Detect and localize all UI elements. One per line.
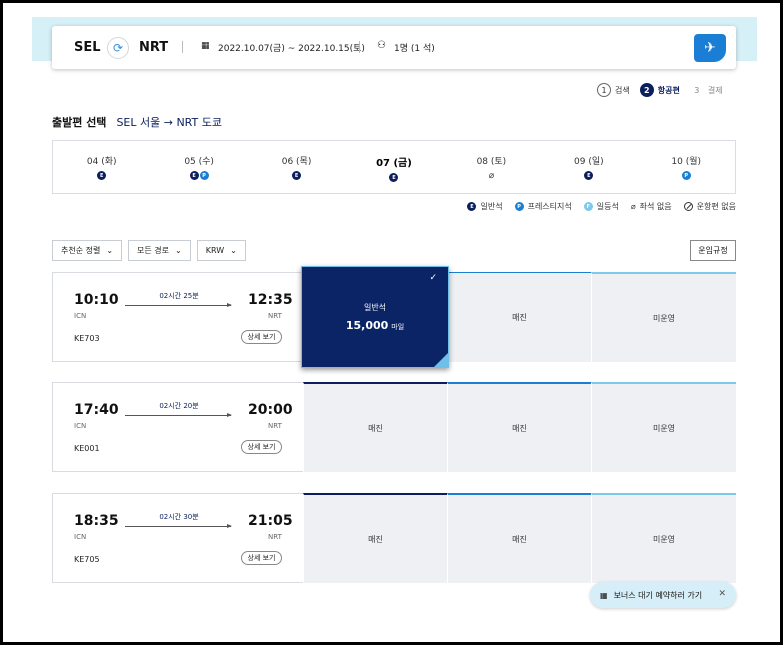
date-item[interactable]: 06 (목) E — [248, 141, 345, 193]
destination-code: NRT — [139, 40, 169, 55]
no-seat-icon: ⌀ — [488, 171, 495, 181]
economy-badge: E — [584, 171, 594, 180]
progress-steps: 1 검색 2 항공편 3 결제 — [597, 83, 733, 97]
date-item[interactable]: 10 (월) P — [638, 141, 735, 193]
date-item-selected[interactable]: 07 (금) E — [345, 141, 442, 193]
calendar-icon: ▦ — [600, 590, 608, 600]
prestige-badge: P — [681, 171, 691, 180]
flight-duration: 02시간 30분 — [159, 513, 199, 521]
divider — [182, 41, 183, 53]
economy-badge: E — [189, 171, 199, 180]
origin-code: SEL — [74, 40, 101, 55]
calendar-icon: ▦ — [201, 41, 210, 51]
flight-number: KE705 — [74, 555, 100, 564]
first-cell: 미운영 — [591, 382, 736, 472]
route-line — [125, 524, 232, 528]
passenger-count: 1명 (1 석) — [394, 44, 435, 54]
chevron-down-icon: ⌄ — [106, 246, 114, 255]
detail-button[interactable]: 상세 보기 — [241, 440, 282, 454]
arrival-airport: NRT — [268, 312, 282, 320]
economy-badge: E — [292, 171, 302, 180]
prestige-badge: P — [199, 171, 209, 180]
first-badge: F — [583, 202, 593, 211]
flight-info: 18:35 ICN 02시간 30분 21:05 NRT KE705 상세 보기 — [52, 493, 303, 583]
departure-time: 10:10 — [74, 292, 119, 308]
detail-button[interactable]: 상세 보기 — [241, 330, 282, 344]
arrival-time: 21:05 — [248, 513, 293, 529]
economy-cell: 매진 — [303, 493, 447, 583]
first-cell: 미운영 — [591, 272, 736, 362]
flight-row: 17:40 ICN 02시간 20분 20:00 NRT KE001 상세 보기… — [52, 382, 736, 472]
route-dropdown[interactable]: 모든 경로 ⌄ — [128, 240, 191, 261]
flight-number: KE001 — [74, 444, 100, 453]
departure-airport: ICN — [74, 312, 87, 320]
sort-dropdown[interactable]: 추천순 정렬 ⌄ — [52, 240, 123, 261]
flight-row: 18:35 ICN 02시간 30분 21:05 NRT KE705 상세 보기… — [52, 493, 736, 583]
route-line — [125, 413, 232, 417]
page-title: 출발편 선택 — [52, 116, 107, 129]
currency-dropdown[interactable]: KRW ⌄ — [196, 240, 246, 261]
prestige-badge: P — [514, 202, 524, 211]
corner-accent — [434, 353, 448, 367]
departure-time: 17:40 — [74, 402, 119, 418]
flight-info: 10:10 ICN 02시간 25분 12:35 NRT KE703 상세 보기 — [52, 272, 303, 362]
route-label: SEL 서울 → NRT 도쿄 — [116, 116, 222, 129]
plane-search-button[interactable]: ✈ — [694, 34, 726, 62]
departure-airport: ICN — [74, 533, 87, 541]
date-item[interactable]: 08 (토) ⌀ — [443, 141, 540, 193]
step-payment: 3 결제 — [694, 85, 723, 95]
close-icon[interactable]: ✕ — [718, 589, 726, 599]
prestige-cell: 매진 — [447, 493, 591, 583]
no-flight-icon — [683, 202, 693, 211]
arrival-airport: NRT — [268, 422, 282, 430]
person-icon: ⚇ — [377, 40, 386, 51]
divider — [359, 41, 360, 53]
seat-legend: E 일반석 P 프레스티지석 F 일등석 ⌀ 좌석 없음 운항편 없음 — [467, 201, 736, 212]
search-summary[interactable]: SEL ⟳ NRT ▦ 2022.10.07(금) ~ 2022.10.15(토… — [52, 26, 736, 69]
step-flight: 2 항공편 — [639, 83, 680, 97]
chevron-down-icon: ⌄ — [230, 246, 237, 255]
flight-row: 10:10 ICN 02시간 25분 12:35 NRT KE703 상세 보기… — [52, 266, 736, 368]
prestige-cell: 매진 — [447, 272, 591, 362]
economy-badge: E — [389, 173, 399, 182]
economy-badge: E — [97, 171, 107, 180]
flight-duration: 02시간 25분 — [159, 292, 199, 300]
date-item[interactable]: 04 (화) E — [53, 141, 150, 193]
travel-dates: 2022.10.07(금) ~ 2022.10.15(토) — [218, 44, 365, 54]
arrival-time: 20:00 — [248, 402, 293, 418]
fare-rules-button[interactable]: 운임규정 — [690, 240, 736, 261]
flight-duration: 02시간 20분 — [159, 402, 199, 410]
prestige-cell: 매진 — [447, 382, 591, 472]
flight-info: 17:40 ICN 02시간 20분 20:00 NRT KE001 상세 보기 — [52, 382, 303, 472]
date-item[interactable]: 09 (일) E — [540, 141, 637, 193]
no-seat-icon: ⌀ — [630, 202, 636, 211]
departure-airport: ICN — [74, 422, 87, 430]
detail-button[interactable]: 상세 보기 — [241, 551, 282, 565]
flight-number: KE703 — [74, 334, 100, 343]
arrival-time: 12:35 — [248, 292, 293, 308]
swap-icon[interactable]: ⟳ — [107, 37, 129, 59]
filter-bar: 추천순 정렬 ⌄ 모든 경로 ⌄ KRW ⌄ — [52, 240, 246, 261]
arrival-airport: NRT — [268, 533, 282, 541]
check-icon: ✓ — [429, 273, 437, 283]
step-search: 1 검색 — [597, 83, 630, 97]
route-line — [125, 303, 232, 307]
bonus-waitlist-button[interactable]: ▦ 보너스 대기 예약하러 가기 ✕ — [590, 582, 736, 608]
first-cell: 미운영 — [591, 493, 736, 583]
economy-cell-selected[interactable]: ✓ 일반석 15,000 마일 — [301, 266, 449, 368]
economy-badge: E — [467, 202, 477, 211]
economy-cell: 매진 — [303, 382, 447, 472]
departure-time: 18:35 — [74, 513, 119, 529]
date-selector: 04 (화) E 05 (수) EP 06 (목) E 07 (금) E 08 … — [52, 140, 736, 194]
date-item[interactable]: 05 (수) EP — [150, 141, 247, 193]
section-title: 출발편 선택 SEL 서울 → NRT 도쿄 — [52, 114, 222, 130]
chevron-down-icon: ⌄ — [175, 246, 182, 255]
